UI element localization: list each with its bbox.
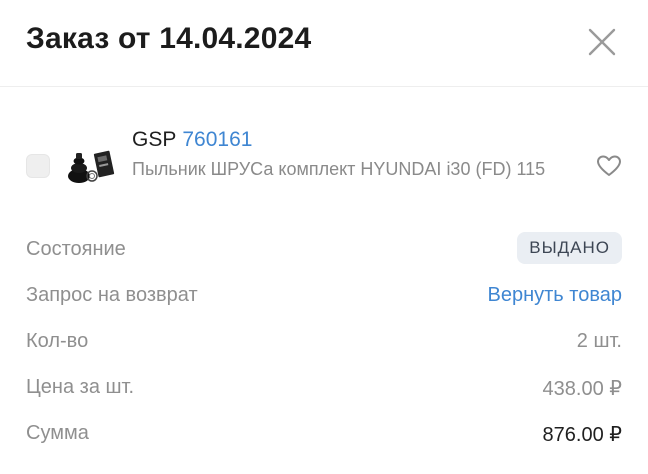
return-row: Запрос на возврат Вернуть товар [26, 276, 622, 316]
return-item-link[interactable]: Вернуть товар [488, 284, 622, 307]
total-value: 876.00 ₽ [542, 424, 622, 446]
close-button[interactable] [586, 26, 618, 58]
total-label: Сумма [26, 422, 89, 444]
product-description: Пыльник ШРУСа комплект HYUNDAI i30 (FD) … [132, 159, 546, 179]
total-row: Сумма 876.00 ₽ [26, 414, 622, 454]
status-row: Состояние ВЫДАНО [26, 230, 622, 270]
favorite-button[interactable] [596, 154, 622, 178]
product-code-link[interactable]: 760161 [182, 128, 252, 151]
quantity-label: Кол-во [26, 330, 89, 352]
order-item: GSP 760161 Пыльник ШРУСа комплект HYUNDAI… [0, 118, 648, 218]
product-brand-code: GSP 760161 [132, 128, 252, 152]
item-checkbox[interactable] [26, 154, 50, 178]
unit-price-value: 438.00 ₽ [542, 378, 622, 400]
status-badge: ВЫДАНО [517, 232, 622, 264]
quantity-value: 2 шт. [576, 330, 622, 352]
return-label: Запрос на возврат [26, 284, 198, 306]
product-thumbnail[interactable] [62, 146, 118, 186]
close-icon [588, 28, 616, 56]
quantity-row: Кол-во 2 шт. [26, 322, 622, 362]
heart-icon [597, 155, 621, 176]
unit-price-label: Цена за шт. [26, 376, 135, 398]
product-brand: GSP [132, 128, 177, 151]
status-label: Состояние [26, 238, 126, 260]
modal-header: Заказ от 14.04.2024 [0, 0, 648, 87]
unit-price-row: Цена за шт. 438.00 ₽ [26, 368, 622, 408]
page-title: Заказ от 14.04.2024 [26, 22, 312, 55]
